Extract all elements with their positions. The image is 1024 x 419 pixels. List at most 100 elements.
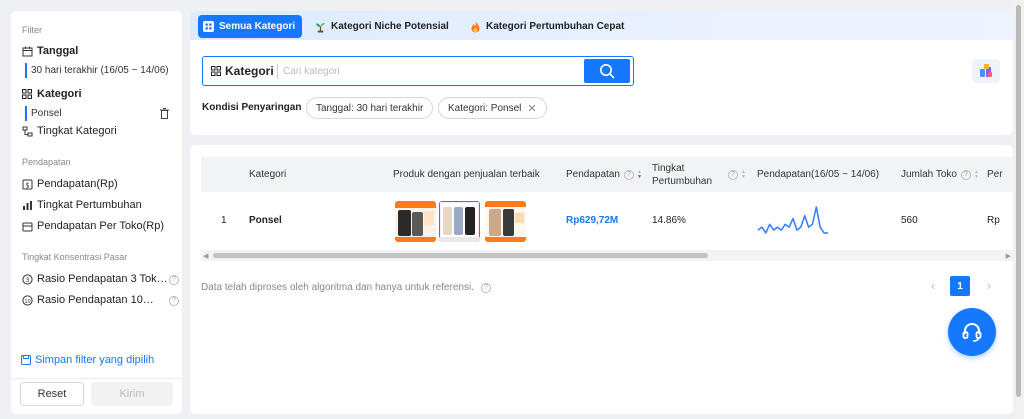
help-icon[interactable]: ? bbox=[728, 169, 738, 180]
tab-kategori-pertumbuhan-cepat[interactable]: Kategori Pertumbuhan Cepat bbox=[470, 15, 624, 38]
header-pendapatan-label: Pendapatan bbox=[566, 169, 620, 180]
filter-chip-tanggal[interactable]: Tanggal: 30 hari terakhir bbox=[306, 97, 434, 119]
tanggal-value[interactable]: 30 hari terakhir (16/05 ~ 14/06) bbox=[25, 63, 169, 78]
konsentrasi-section: Tingkat Konsentrasi Pasar bbox=[22, 252, 128, 262]
revenue-sparkline bbox=[757, 206, 828, 234]
tingkat-pertumbuhan-filter[interactable]: Tingkat Pertumbuhan bbox=[21, 199, 142, 211]
rasio-3-toko-filter[interactable]: 3 Rasio Pendapatan 3 Tok… bbox=[21, 273, 168, 285]
help-icon[interactable]: ? bbox=[169, 296, 179, 306]
rasio-10-toko-label: Rasio Pendapatan 10… bbox=[37, 294, 154, 306]
page-scrollbar[interactable] bbox=[1013, 0, 1024, 419]
help-icon[interactable]: ? bbox=[623, 169, 634, 180]
sprout-icon bbox=[315, 21, 326, 32]
search-icon bbox=[599, 63, 615, 79]
search-label: Kategori bbox=[225, 64, 274, 78]
product-thumbnail[interactable] bbox=[439, 201, 480, 242]
rasio-3-toko-label: Rasio Pendapatan 3 Tok… bbox=[37, 273, 168, 285]
sort-icon[interactable]: ▲ ▼ bbox=[741, 169, 746, 180]
help-icon[interactable]: ? bbox=[480, 282, 491, 293]
search-panel: Semua Kategori Kategori Niche Potensial … bbox=[190, 11, 1013, 135]
help-icon[interactable]: ? bbox=[960, 169, 971, 180]
store-icon bbox=[21, 220, 33, 232]
search-input[interactable] bbox=[283, 61, 583, 81]
row-jumlah-toko: 560 bbox=[901, 215, 918, 226]
horizontal-scrollbar[interactable]: ◀ ▶ bbox=[201, 250, 1013, 261]
customer-support-button[interactable] bbox=[948, 308, 996, 356]
tab-label: Kategori Niche Potensial bbox=[331, 21, 449, 32]
save-icon bbox=[21, 355, 31, 365]
rasio-10-toko-filter[interactable]: 10 Rasio Pendapatan 10… bbox=[21, 294, 154, 306]
svg-text:$: $ bbox=[25, 181, 29, 189]
kategori-filter[interactable]: Kategori bbox=[21, 88, 82, 100]
kategori-label: Kategori bbox=[37, 88, 82, 100]
search-category-selector[interactable]: Kategori bbox=[211, 64, 274, 78]
pendapatan-section: Pendapatan bbox=[22, 157, 71, 167]
reset-button[interactable]: Reset bbox=[20, 382, 84, 406]
row-more: Rp bbox=[987, 215, 1000, 226]
product-thumbnail[interactable] bbox=[395, 201, 436, 242]
grid-icon bbox=[21, 88, 33, 100]
app-shortcut-button[interactable] bbox=[972, 59, 1000, 83]
kategori-value[interactable]: Ponsel bbox=[25, 106, 62, 121]
product-thumbnail[interactable] bbox=[485, 201, 526, 242]
chip-label: Tanggal: 30 hari terakhir bbox=[316, 102, 424, 114]
scroll-left-icon[interactable]: ◀ bbox=[203, 252, 208, 260]
number-3-icon: 3 bbox=[21, 273, 33, 285]
page-number[interactable]: 1 bbox=[950, 276, 970, 296]
results-panel: Kategori Produk dengan penjualan terbaik… bbox=[190, 145, 1013, 414]
kirim-button[interactable]: Kirim bbox=[91, 382, 173, 406]
sort-icon[interactable]: ▲ ▼ bbox=[637, 169, 642, 180]
scroll-right-icon[interactable]: ▶ bbox=[1006, 252, 1011, 260]
sort-icon[interactable]: ▲ ▼ bbox=[974, 169, 979, 180]
grid-icon bbox=[211, 66, 221, 76]
blocks-icon bbox=[978, 63, 994, 79]
filter-sidebar: Filter Tanggal 30 hari terakhir (16/05 ~… bbox=[11, 11, 182, 414]
tab-kategori-niche-potensial[interactable]: Kategori Niche Potensial bbox=[315, 15, 449, 38]
sparkline-line bbox=[757, 206, 828, 234]
divider bbox=[277, 64, 278, 79]
row-rank: 1 bbox=[221, 215, 227, 226]
calendar-icon bbox=[21, 45, 33, 57]
hierarchy-icon bbox=[21, 125, 33, 137]
number-10-icon: 10 bbox=[21, 294, 33, 306]
scrollbar-thumb[interactable] bbox=[213, 253, 708, 258]
header-jumlah-toko-label: Jumlah Toko bbox=[901, 169, 957, 180]
tingkat-pertumbuhan-label: Tingkat Pertumbuhan bbox=[37, 199, 142, 211]
tingkat-kategori-label: Tingkat Kategori bbox=[37, 125, 117, 137]
close-icon[interactable]: ✕ bbox=[527, 102, 536, 115]
filter-title: Filter bbox=[22, 25, 42, 35]
save-filter-link[interactable]: Simpan filter yang dipilih bbox=[21, 354, 154, 366]
tab-label: Semua Kategori bbox=[219, 21, 296, 32]
grid-icon bbox=[203, 21, 214, 32]
chevron-left-icon[interactable]: ‹ bbox=[923, 276, 943, 296]
search-button[interactable] bbox=[584, 59, 630, 83]
headset-icon bbox=[960, 320, 984, 344]
tanggal-filter[interactable]: Tanggal bbox=[21, 45, 78, 57]
save-filter-label: Simpan filter yang dipilih bbox=[35, 354, 155, 366]
header-kategori: Kategori bbox=[249, 169, 287, 180]
help-icon[interactable]: ? bbox=[169, 275, 179, 285]
search-box: Kategori bbox=[202, 56, 634, 86]
header-pendapatan[interactable]: Pendapatan ? ▲ ▼ bbox=[566, 157, 642, 192]
scrollbar-thumb[interactable] bbox=[1016, 5, 1021, 397]
tingkat-kategori-filter[interactable]: Tingkat Kategori bbox=[21, 125, 117, 137]
pendapatan-per-toko-filter[interactable]: Pendapatan Per Toko(Rp) bbox=[21, 220, 164, 232]
svg-text:10: 10 bbox=[24, 298, 30, 304]
trash-icon[interactable] bbox=[160, 108, 169, 122]
row-kategori[interactable]: Ponsel bbox=[249, 215, 282, 226]
row-pendapatan: Rp629,72M bbox=[566, 215, 619, 226]
header-tingkat-pertumbuhan: Tingkat Pertumbuhan bbox=[652, 162, 713, 187]
chevron-right-icon[interactable]: › bbox=[979, 276, 999, 296]
filter-chip-kategori[interactable]: Kategori: Ponsel ✕ bbox=[438, 97, 547, 119]
pendapatan-rp-filter[interactable]: $ Pendapatan(Rp) bbox=[21, 178, 118, 190]
table-header: Kategori Produk dengan penjualan terbaik… bbox=[201, 157, 1013, 192]
header-jumlah-toko[interactable]: Jumlah Toko ? ▲ ▼ bbox=[901, 157, 979, 192]
header-more: Per bbox=[987, 169, 1003, 180]
tab-label: Kategori Pertumbuhan Cepat bbox=[486, 21, 625, 32]
disclaimer: Data telah diproses oleh algoritma dan h… bbox=[201, 282, 491, 293]
bar-chart-icon bbox=[21, 199, 33, 211]
header-trend: Pendapatan(16/05 ~ 14/06) bbox=[757, 169, 880, 180]
tab-semua-kategori[interactable]: Semua Kategori bbox=[198, 15, 303, 38]
tab-bar: Semua Kategori Kategori Niche Potensial … bbox=[190, 11, 1013, 40]
header-tingkat-controls[interactable]: ? ▲ ▼ bbox=[728, 157, 746, 192]
